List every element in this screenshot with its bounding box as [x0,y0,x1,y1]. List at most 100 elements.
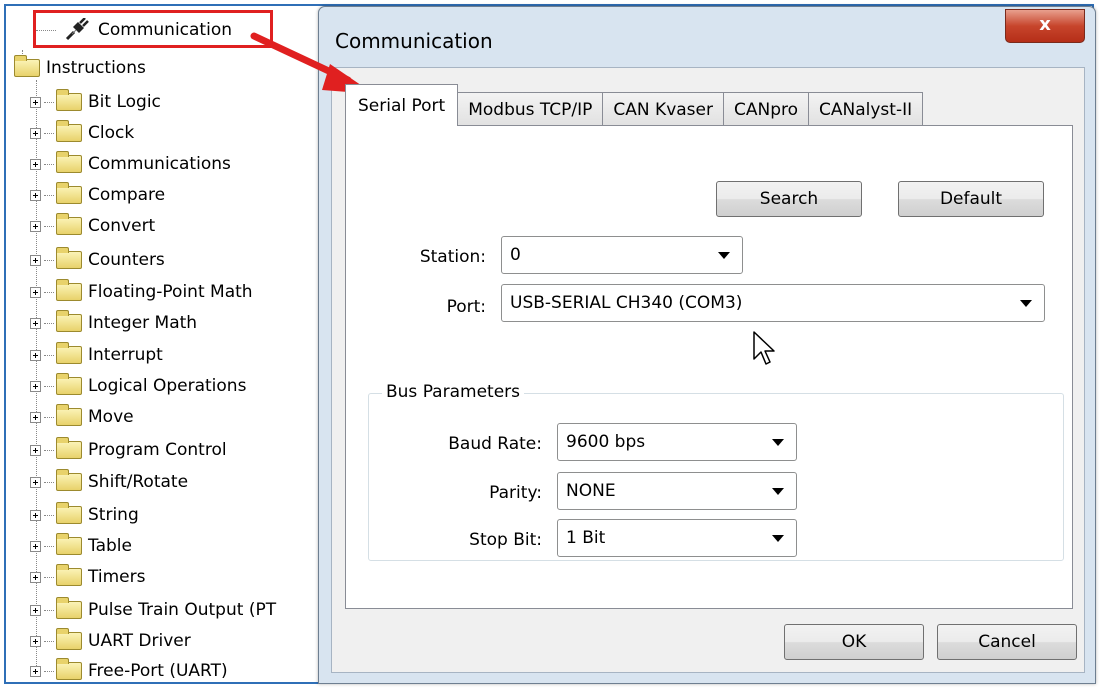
serial-port-panel: Search Default Station: 0 Port: USB-SERI… [345,125,1073,609]
tree-node-label: Move [88,407,134,427]
folder-icon [56,342,82,364]
default-button[interactable]: Default [898,181,1044,217]
tree-connector [44,291,54,293]
tree-connector [44,225,54,227]
stop-bit-select[interactable]: 1 Bit [557,519,797,557]
tree-node-folder[interactable]: Pulse Train Output (PT [30,596,276,624]
tree-node-label: Integer Math [88,313,198,333]
tree-node-label: Interrupt [88,345,163,365]
expand-icon[interactable] [30,571,41,583]
tree-node-folder[interactable]: Bit Logic [30,88,161,116]
expand-icon[interactable] [30,411,41,423]
tree-node-folder[interactable]: String [30,501,139,529]
tree-node-folder[interactable]: Program Control [30,436,227,464]
tree-connector [44,481,54,483]
expand-icon[interactable] [30,444,41,456]
close-button[interactable]: x [1005,9,1085,43]
communication-dialog: Communication x Serial Port Modbus TCP/I… [318,6,1096,684]
ok-button[interactable]: OK [784,624,924,660]
expand-icon[interactable] [30,476,41,488]
tree-connector [44,576,54,578]
chevron-down-icon [772,439,784,446]
expand-icon[interactable] [30,380,41,392]
chevron-down-icon [718,252,730,259]
tree-connector [44,101,54,103]
folder-icon [56,120,82,142]
tree-node-folder[interactable]: Compare [30,181,165,209]
expand-icon[interactable] [30,127,41,139]
expand-icon[interactable] [30,604,41,616]
tree-connector [44,163,54,165]
expand-icon[interactable] [30,509,41,521]
tree-connector [44,449,54,451]
tab-can-kvaser[interactable]: CAN Kvaser [602,92,724,126]
tree-node-instructions[interactable]: Instructions [14,54,146,82]
folder-icon [56,658,82,680]
tree-node-folder[interactable]: Shift/Rotate [30,468,188,496]
tab-serial-port[interactable]: Serial Port [345,84,459,126]
tree-connector [44,609,54,611]
chevron-down-icon [772,535,784,542]
tab-modbus-tcp-ip[interactable]: Modbus TCP/IP [457,92,604,126]
tree-node-label: Program Control [88,440,227,460]
instruction-tree: Communication Instructions Bit Logic Clo… [0,0,330,691]
tree-node-folder[interactable]: Communications [30,150,231,178]
search-button[interactable]: Search [716,181,862,217]
parity-select[interactable]: NONE [557,472,797,510]
folder-icon [56,373,82,395]
expand-icon[interactable] [30,189,41,201]
station-select[interactable]: 0 [501,236,743,274]
tree-node-folder[interactable]: Table [30,532,132,560]
tree-node-folder[interactable]: Interrupt [30,341,163,369]
expand-icon[interactable] [30,665,41,677]
tree-connector [44,322,54,324]
expand-icon[interactable] [30,96,41,108]
tree-node-label: Compare [88,185,166,205]
folder-open-icon [14,55,40,77]
tree-node-folder[interactable]: Timers [30,563,145,591]
folder-icon [56,151,82,173]
expand-icon[interactable] [30,317,41,329]
expand-icon[interactable] [30,286,41,298]
tree-connector [44,670,54,672]
folder-icon [56,533,82,555]
tab-canalyst-ii[interactable]: CANalyst-II [808,92,924,126]
tree-node-folder[interactable]: Clock [30,119,134,147]
folder-icon [56,247,82,269]
expand-icon[interactable] [30,158,41,170]
tree-node-label: Clock [88,123,135,143]
tree-node-folder[interactable]: Convert [30,212,155,240]
tree-node-folder[interactable]: Move [30,403,134,431]
port-select[interactable]: USB-SERIAL CH340 (COM3) [501,284,1045,322]
folder-icon [56,213,82,235]
tree-node-folder[interactable]: UART Driver [30,627,191,655]
folder-icon [56,279,82,301]
bus-parameters-title: Bus Parameters [382,382,524,402]
expand-icon[interactable] [30,254,41,266]
station-label: Station: [419,247,486,267]
tree-node-label: Shift/Rotate [88,472,189,492]
expand-icon[interactable] [30,220,41,232]
tab-canpro[interactable]: CANpro [722,92,810,126]
close-icon: x [1039,14,1051,35]
tree-connector [44,640,54,642]
expand-icon[interactable] [30,540,41,552]
tree-node-folder[interactable]: Counters [30,246,165,274]
folder-icon [56,502,82,524]
tree-node-folder[interactable]: Integer Math [30,309,197,337]
tree-node-folder[interactable]: Free-Port (UART) [30,657,228,685]
chevron-down-icon [772,488,784,495]
folder-icon [56,182,82,204]
expand-icon[interactable] [30,349,41,361]
baud-rate-select[interactable]: 9600 bps [557,423,797,461]
station-value: 0 [510,245,521,265]
cancel-button[interactable]: Cancel [937,624,1077,660]
tree-node-label: UART Driver [88,631,191,651]
tree-node-folder[interactable]: Logical Operations [30,372,246,400]
tree-node-folder[interactable]: Floating-Point Math [30,278,253,306]
dialog-titlebar[interactable]: Communication x [319,7,1095,67]
folder-icon [56,404,82,426]
highlight-box [33,10,273,48]
expand-icon[interactable] [30,635,41,647]
stop-bit-label: Stop Bit: [469,530,542,550]
